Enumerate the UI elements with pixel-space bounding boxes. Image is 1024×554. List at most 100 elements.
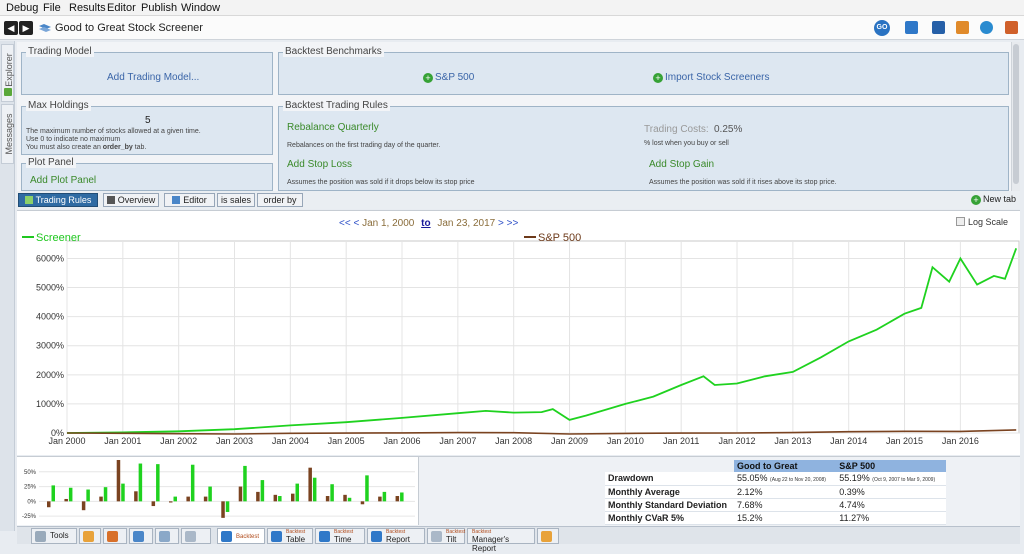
tab-order-by[interactable]: order by: [257, 193, 303, 207]
date-range: << < Jan 1, 2000 to Jan 23, 2017 > >>: [339, 218, 518, 229]
go-icon[interactable]: GO: [874, 20, 890, 36]
tab-overview[interactable]: Overview: [103, 193, 159, 207]
x-tick-label: Jan 2012: [719, 436, 756, 446]
messages-tab[interactable]: Messages: [1, 104, 14, 164]
add-stop-loss-link[interactable]: Add Stop Loss: [287, 159, 352, 170]
screener-bar: [400, 492, 404, 502]
scrollbar-thumb[interactable]: [1013, 44, 1019, 184]
tab-icon-last[interactable]: [537, 528, 559, 544]
add-stop-gain-link[interactable]: Add Stop Gain: [649, 159, 714, 170]
end-date[interactable]: Jan 23, 2017: [437, 218, 495, 229]
sp500-bar: [291, 493, 295, 502]
forward-icon[interactable]: ▶: [19, 21, 33, 35]
menu-debug[interactable]: Debug: [6, 2, 38, 14]
y-tick-label: 4000%: [36, 312, 64, 322]
prev-link[interactable]: <: [353, 218, 359, 229]
stop-loss-desc: Assumes the position was sold if it drop…: [287, 179, 475, 186]
exit-icon[interactable]: [1005, 21, 1018, 34]
panels-scrollbar[interactable]: [1011, 42, 1020, 191]
stat-sp500: 55.19% (Oct 9, 2007 to Mar 9, 2009): [836, 472, 946, 486]
messages-tab-label: Messages: [4, 113, 14, 155]
menu-editor[interactable]: Editor: [107, 2, 136, 14]
menu-window[interactable]: Window: [181, 2, 220, 14]
screener-bar: [156, 464, 160, 502]
chart-icon[interactable]: [905, 21, 918, 34]
import-screeners-button[interactable]: + Import Stock Screeners: [653, 72, 769, 83]
screener-bar: [312, 477, 317, 502]
stat-label: Monthly CVaR 5%: [605, 511, 734, 525]
sp500-bar: [360, 501, 365, 505]
tab-backtest-tilt[interactable]: Backtest Tilt: [427, 528, 465, 544]
back-icon[interactable]: ◀: [4, 21, 18, 35]
sp500-bar: [134, 491, 138, 502]
max-holdings-input[interactable]: 5: [145, 115, 151, 126]
tab-backtest-report[interactable]: Backtest Report: [367, 528, 425, 544]
table-row: Monthly Standard Deviation 7.68% 4.74%: [605, 498, 946, 512]
page-title: Good to Great Stock Screener: [55, 22, 203, 34]
stats-header-sp500: S&P 500: [836, 460, 946, 472]
plot-panel-legend: Plot Panel: [26, 157, 76, 168]
screener-bar: [138, 463, 143, 502]
tab-icon-5[interactable]: [181, 528, 211, 544]
returns-bar-svg: 50% 25% 0% -25%: [22, 460, 415, 520]
y-tick-label: 6000%: [36, 253, 64, 263]
time-icon: [319, 531, 330, 542]
trading-model-legend: Trading Model: [26, 46, 94, 57]
log-scale-checkbox[interactable]: [955, 217, 965, 226]
returns-bar-chart: 50% 25% 0% -25%: [17, 457, 419, 525]
x-tick-label: Jan 2001: [104, 436, 141, 446]
tab-editor-label: Editor: [183, 195, 207, 205]
results-area: 50% 25% 0% -25% Good to Great S&P 500 Drawd…: [17, 456, 1020, 526]
prev-all-link[interactable]: <<: [339, 218, 351, 229]
log-scale-label: Log Scale: [967, 217, 1008, 227]
log-scale-toggle[interactable]: Log Scale: [955, 217, 1008, 227]
next-all-link[interactable]: >>: [507, 218, 519, 229]
x-tick-label: Jan 2004: [272, 436, 309, 446]
tab-is-sales[interactable]: is sales: [217, 193, 255, 207]
menu-results[interactable]: Results: [69, 2, 106, 14]
screener-bar: [347, 497, 352, 502]
sp500-benchmark-button[interactable]: + S&P 500: [423, 72, 474, 83]
mini-y-label: 25%: [24, 485, 37, 491]
add-plot-panel-link[interactable]: Add Plot Panel: [30, 175, 96, 186]
sp500-bar: [116, 460, 121, 502]
explorer-tab[interactable]: Explorer: [1, 44, 14, 102]
tab-icon-1[interactable]: [79, 528, 101, 544]
y-tick-label: 1000%: [36, 399, 64, 409]
menu-publish[interactable]: Publish: [141, 2, 177, 14]
list-icon[interactable]: [956, 21, 969, 34]
mini-y-label: 50%: [24, 470, 37, 476]
stop-gain-desc: Assumes the position was sold if it rise…: [649, 179, 837, 186]
tab-editor[interactable]: Editor: [164, 193, 215, 207]
to-link[interactable]: to: [421, 218, 430, 229]
add-trading-model-link[interactable]: Add Trading Model...: [107, 72, 199, 83]
tab-backtest-time[interactable]: Backtest Time: [315, 528, 365, 544]
stat-label: Monthly Standard Deviation: [605, 498, 734, 512]
tab-order-by-label: order by: [263, 195, 297, 205]
help-icon[interactable]: [980, 21, 993, 34]
notes-icon: [541, 531, 552, 542]
next-link[interactable]: >: [498, 218, 504, 229]
tab-icon-4[interactable]: [155, 528, 179, 544]
tab-icon-3[interactable]: [129, 528, 153, 544]
tab-managers-report[interactable]: Backtest Manager's Report: [467, 528, 535, 553]
wrench-icon: [35, 531, 46, 542]
start-date[interactable]: Jan 1, 2000: [362, 218, 414, 229]
x-tick-label: Jan 2003: [216, 436, 253, 446]
menu-file[interactable]: File: [43, 2, 61, 14]
tilt-icon: [431, 531, 442, 542]
tab-tools[interactable]: Tools: [31, 528, 77, 544]
tab-backtest[interactable]: Backtest: [217, 528, 265, 544]
tab-trading-rules[interactable]: Trading Rules: [18, 193, 98, 207]
stats-header-screener: Good to Great: [734, 460, 837, 472]
trading-model-panel: Trading Model Add Trading Model...: [21, 46, 273, 95]
import-screeners-label: Import Stock Screeners: [665, 72, 770, 83]
tab-report-label: Report: [386, 535, 411, 544]
save-icon[interactable]: [932, 21, 945, 34]
rebalance-quarterly-link[interactable]: Rebalance Quarterly: [287, 122, 379, 133]
tab-icon-2[interactable]: [103, 528, 127, 544]
new-tab-button[interactable]: + New tab: [970, 194, 1016, 205]
tab-time-label: Time: [334, 535, 352, 544]
tab-backtest-table[interactable]: Backtest Table: [267, 528, 313, 544]
trading-costs-value[interactable]: 0.25%: [714, 124, 742, 135]
